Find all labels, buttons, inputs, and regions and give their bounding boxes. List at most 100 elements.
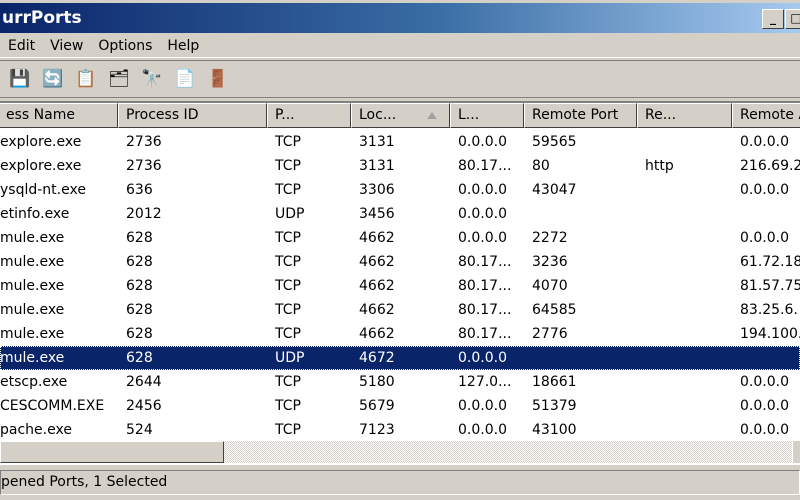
cell-remote-address: 0.0.0.0 [740, 422, 789, 438]
cell-remote-address: 0.0.0.0 [740, 134, 789, 150]
cell-process-id: 628 [126, 326, 153, 342]
refresh-icon[interactable]: 🔄 [41, 67, 65, 91]
ports-list: ess Name Process ID P... Loc... L... Remote P… [0, 101, 800, 465]
table-row[interactable]: mule.exe 628 TCP 4662 80.17... 3236 61.72.18 [0, 250, 800, 274]
cell-local-address: 0.0.0.0 [458, 134, 507, 150]
cell-local-address: 0.0.0.0 [458, 422, 507, 438]
cell-local-port: 3131 [359, 134, 395, 150]
cell-local-address: 80.17... [458, 326, 512, 342]
cell-protocol: TCP [275, 326, 301, 342]
cell-process-name: mule.exe [0, 254, 65, 270]
table-row[interactable]: ysqld-nt.exe 636 TCP 3306 0.0.0.0 43047 0.0.0.… [0, 178, 800, 202]
cell-protocol: UDP [275, 350, 305, 366]
cell-remote-address: 216.69.2 [740, 158, 800, 174]
table-row[interactable]: mule.exe 628 TCP 4662 80.17... 4070 81.57.75 [0, 274, 800, 298]
cell-remote-port: 43047 [532, 182, 577, 198]
cell-local-address: 0.0.0.0 [458, 206, 507, 222]
table-row[interactable]: mule.exe 628 TCP 4662 80.17... 64585 83.25.6. [0, 298, 800, 322]
cell-protocol: TCP [275, 422, 301, 438]
cell-process-name: mule.exe [0, 230, 65, 246]
cell-protocol: TCP [275, 278, 301, 294]
table-row[interactable]: mule.exe 628 TCP 4662 80.17... 2776 194.100. [0, 322, 800, 346]
menu-help[interactable]: Help [167, 34, 208, 57]
table-row[interactable]: mule.exe 628 UDP 4672 0.0.0.0 [0, 346, 800, 370]
cell-process-id: 2012 [126, 206, 162, 222]
menu-view[interactable]: View [50, 34, 92, 57]
table-row[interactable]: explore.exe 2736 TCP 3131 0.0.0.0 59565 0.0.0.… [0, 130, 800, 154]
horizontal-scrollbar[interactable] [0, 441, 800, 463]
cell-remote-address: 81.57.75 [740, 278, 800, 294]
menu-bar: Edit View Options Help [0, 34, 800, 58]
cell-protocol: TCP [275, 302, 301, 318]
cell-process-id: 628 [126, 350, 153, 366]
column-header-remote-port[interactable]: Remote Port [524, 103, 637, 128]
cell-remote-address: 194.100. [740, 326, 800, 342]
menu-options[interactable]: Options [98, 34, 161, 57]
cell-process-name: pache.exe [0, 422, 72, 438]
column-header-process-id[interactable]: Process ID [118, 103, 267, 128]
table-row[interactable]: etscp.exe 2644 TCP 5180 127.0... 18661 0.0.0.0 [0, 370, 800, 394]
maximize-button[interactable]: □ [785, 9, 800, 29]
minimize-button[interactable]: _ [762, 9, 784, 29]
cell-local-address: 127.0... [458, 374, 512, 390]
cell-remote-port-name: http [645, 158, 674, 174]
column-label: ess Name [6, 107, 75, 123]
cell-local-address: 0.0.0.0 [458, 182, 507, 198]
cell-local-port: 7123 [359, 422, 395, 438]
cell-protocol: TCP [275, 230, 301, 246]
exit-icon[interactable]: 🚪 [206, 67, 230, 91]
column-header-protocol[interactable]: P... [267, 103, 351, 128]
cell-local-address: 80.17... [458, 302, 512, 318]
cell-remote-address: 0.0.0.0 [740, 374, 789, 390]
save-icon[interactable]: 💾 [8, 67, 32, 91]
find-icon[interactable]: 🔭 [140, 67, 164, 91]
cell-process-name: mule.exe [0, 326, 65, 342]
cell-process-id: 2736 [126, 134, 162, 150]
sort-ascending-icon [427, 112, 437, 119]
table-row[interactable]: CESCOMM.EXE 2456 TCP 5679 0.0.0.0 51379 0.0.0.… [0, 394, 800, 418]
cell-remote-port: 59565 [532, 134, 577, 150]
cell-process-name: mule.exe [0, 302, 65, 318]
cell-protocol: TCP [275, 182, 301, 198]
properties-icon[interactable]: 🗂 [107, 67, 131, 91]
copy-icon[interactable]: 📋 [74, 67, 98, 91]
scrollbar-thumb[interactable] [0, 441, 224, 463]
status-text: pened Ports, 1 Selected [1, 474, 168, 490]
cell-local-port: 4662 [359, 326, 395, 342]
cell-local-address: 0.0.0.0 [458, 350, 507, 366]
cell-process-name: etscp.exe [0, 374, 68, 390]
cell-local-address: 0.0.0.0 [458, 230, 507, 246]
cell-process-id: 628 [126, 302, 153, 318]
toolbar: 💾 🔄 📋 🗂 🔭 📄 🚪 [0, 60, 800, 98]
cell-local-port: 4662 [359, 254, 395, 270]
cell-process-name: CESCOMM.EXE [0, 398, 105, 414]
column-header-local-port[interactable]: Loc... [351, 103, 450, 128]
cell-remote-port: 18661 [532, 374, 577, 390]
column-header-remote-port-name[interactable]: Re... [637, 103, 732, 128]
scroll-right-button[interactable] [792, 441, 800, 463]
cell-process-id: 636 [126, 182, 153, 198]
html-report-icon[interactable]: 📄 [173, 67, 197, 91]
cell-local-port: 3306 [359, 182, 395, 198]
cell-process-name: ysqld-nt.exe [0, 182, 86, 198]
status-bar: pened Ports, 1 Selected [0, 470, 800, 495]
cell-remote-address: 0.0.0.0 [740, 230, 789, 246]
table-row[interactable]: etinfo.exe 2012 UDP 3456 0.0.0.0 [0, 202, 800, 226]
cell-protocol: TCP [275, 254, 301, 270]
cell-remote-port: 4070 [532, 278, 568, 294]
table-row[interactable]: pache.exe 524 TCP 7123 0.0.0.0 43100 0.0.0.0 [0, 418, 800, 442]
column-header-local-address[interactable]: L... [450, 103, 524, 128]
cell-local-port: 5180 [359, 374, 395, 390]
menu-edit[interactable]: Edit [8, 34, 44, 57]
cell-process-id: 2736 [126, 158, 162, 174]
cell-process-id: 628 [126, 278, 153, 294]
column-header-process-name[interactable]: ess Name [0, 103, 118, 128]
table-row[interactable]: mule.exe 628 TCP 4662 0.0.0.0 2272 0.0.0.0 [0, 226, 800, 250]
cell-remote-address: 61.72.18 [740, 254, 800, 270]
column-header-remote-address[interactable]: Remote A [732, 103, 800, 128]
title-bar: urrPorts _ □ [0, 3, 800, 33]
table-row[interactable]: explore.exe 2736 TCP 3131 80.17... 80 http 216.… [0, 154, 800, 178]
cell-local-address: 0.0.0.0 [458, 398, 507, 414]
column-label: P... [275, 107, 295, 123]
cell-remote-port: 3236 [532, 254, 568, 270]
